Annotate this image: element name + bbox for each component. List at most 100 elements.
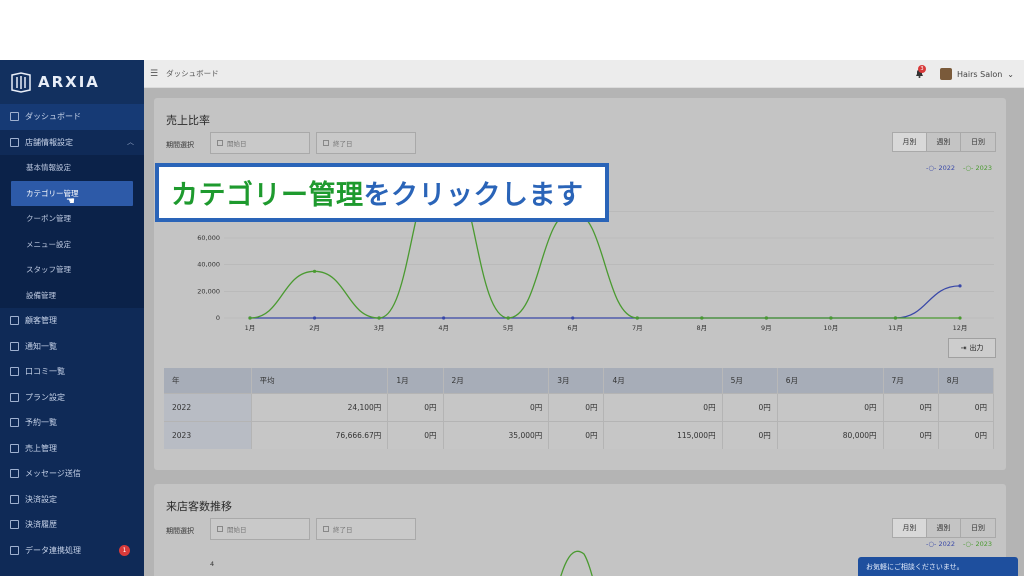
payment-icon [10, 494, 19, 504]
sidebar-subitem-staff[interactable]: スタッフ管理 [0, 257, 144, 283]
data-point-2023[interactable] [829, 316, 833, 320]
sidebar-item-payment-settings[interactable]: 決済設定 [0, 487, 144, 513]
table-cell: 2022 [164, 392, 252, 421]
x-tick-label: 1月 [245, 324, 256, 332]
column-header: 年 [164, 368, 252, 393]
sales-ratio-card: 売上比率 期間選択 開始日 終了日 月別 週別 日別 -○- 2022 -○- … [154, 98, 1006, 470]
sidebar-item-label: ダッシュボード [25, 112, 81, 122]
sidebar-item-notifications[interactable]: 通知一覧 [0, 334, 144, 360]
column-header: 5月 [722, 368, 778, 393]
y-tick-label: 40,000 [197, 261, 220, 269]
sidebar-item-store-settings[interactable]: 店舗情報設定 ︿ [0, 130, 144, 156]
sidebar-subitem-coupon[interactable]: クーポン管理 [0, 206, 144, 232]
column-header: 4月 [603, 368, 723, 393]
export-icon: ⇥ [960, 344, 967, 352]
table-cell: 0円 [883, 420, 939, 449]
sidebar-item-data-sync[interactable]: データ連携処理 1 [0, 538, 144, 564]
instruction-callout: カテゴリー管理 をクリックします [155, 163, 609, 222]
column-header: 8月 [938, 368, 995, 393]
notification-icon [10, 341, 19, 351]
table-cell: 0円 [883, 392, 939, 421]
export-button[interactable]: ⇥ 出力 [948, 338, 996, 358]
sidebar-item-messages[interactable]: メッセージ送信 [0, 461, 144, 487]
data-point-2023[interactable] [635, 316, 639, 320]
sidebar-item-label: データ連携処理 [25, 545, 81, 555]
table-cell: 0円 [938, 420, 995, 449]
sidebar-item-label: プラン設定 [25, 392, 65, 402]
sidebar-item-sales[interactable]: 売上管理 [0, 436, 144, 462]
sidebar-item-label: 口コミ一覧 [25, 367, 65, 377]
sidebar-item-label: 決済設定 [25, 494, 57, 504]
sidebar-item-dashboard[interactable]: ダッシュボード [0, 104, 144, 130]
sidebar-item-label: メッセージ送信 [25, 469, 81, 479]
calendar-icon [10, 418, 19, 428]
sidebar-item-reviews[interactable]: 口コミ一覧 [0, 359, 144, 385]
mouse-pointer-icon: ☚ [66, 196, 75, 207]
sidebar-subitem-menu[interactable]: メニュー設定 [0, 232, 144, 258]
series-line-2022 [250, 285, 961, 319]
data-point-2023[interactable] [248, 316, 252, 320]
column-header: 7月 [883, 368, 939, 393]
sidebar-item-plans[interactable]: プラン設定 [0, 385, 144, 411]
data-point-2022[interactable] [312, 316, 317, 320]
x-tick-label: 4月 [438, 324, 449, 332]
data-point-2023[interactable] [377, 316, 381, 320]
table-cell: 0円 [722, 420, 778, 449]
history-icon [10, 520, 19, 530]
data-point-2022[interactable] [571, 316, 575, 320]
data-point-2023[interactable] [506, 316, 510, 320]
data-point-2022[interactable] [442, 316, 446, 320]
notification-badge: 3 [918, 65, 926, 73]
x-tick-label: 2月 [309, 324, 320, 332]
sidebar-item-label: 顧客管理 [25, 316, 57, 326]
sidebar: ARXIA ダッシュボード 店舗情報設定 ︿ 基本情報設定 カテゴリー管理 クー… [0, 60, 144, 576]
table-cell: 0円 [603, 392, 723, 421]
table-cell: 0円 [548, 392, 605, 421]
count-badge: 1 [119, 544, 130, 556]
user-menu[interactable]: Hairs Salon ⌄ [939, 68, 1014, 80]
sidebar-subitem-basic-info[interactable]: 基本情報設定 [0, 155, 144, 181]
chevron-up-icon: ︿ [127, 138, 134, 147]
menu-toggle-icon[interactable]: ☰ [150, 69, 158, 79]
data-point-2023[interactable] [312, 269, 317, 273]
store-icon [10, 137, 19, 147]
table-cell: 0円 [387, 420, 444, 449]
data-point-2022[interactable] [958, 284, 962, 288]
table-cell: 80,000円 [777, 420, 884, 449]
top-bar: ☰ ダッシュボード 3 Hairs Salon ⌄ [144, 60, 1024, 88]
table-cell: 0円 [722, 392, 778, 421]
visitors-series-2023 [560, 550, 593, 576]
table-cell: 2023 [164, 420, 252, 449]
sidebar-item-payment-history[interactable]: 決済履歴 [0, 512, 144, 538]
message-icon [10, 469, 19, 479]
plan-icon [10, 392, 19, 402]
x-tick-label: 9月 [761, 324, 772, 332]
x-tick-label: 3月 [374, 324, 385, 332]
customers-icon [10, 316, 19, 326]
chevron-down-icon: ⌄ [1007, 69, 1014, 79]
sidebar-item-reservations[interactable]: 予約一覧 [0, 410, 144, 436]
main-content: 売上比率 期間選択 開始日 終了日 月別 週別 日別 -○- 2022 -○- … [144, 88, 1024, 576]
logo-icon [11, 72, 31, 93]
sidebar-item-customers[interactable]: 顧客管理 [0, 308, 144, 334]
logo[interactable]: ARXIA [0, 60, 144, 104]
column-header: 3月 [548, 368, 605, 393]
table-cell: 0円 [387, 392, 444, 421]
sidebar-subitem-equipment[interactable]: 設備管理 [0, 283, 144, 309]
chat-widget[interactable]: お気軽にご相談くださいませ。 [858, 557, 1018, 576]
table-cell: 0円 [938, 392, 995, 421]
data-point-2023[interactable] [764, 316, 768, 320]
table-header-row: 年平均 1月 2月 3月 4月 5月 6月 7月 8月 [164, 368, 995, 393]
column-header: 平均 [251, 368, 389, 393]
data-point-2023[interactable] [700, 316, 704, 320]
breadcrumb: ダッシュボード [166, 69, 219, 78]
sidebar-item-label: 通知一覧 [25, 341, 57, 351]
data-point-2023[interactable] [958, 316, 962, 320]
sidebar-item-label: 売上管理 [25, 443, 57, 453]
x-tick-label: 7月 [632, 324, 643, 332]
y-tick-label: 0 [216, 314, 220, 322]
column-header: 6月 [777, 368, 884, 393]
x-tick-label: 6月 [567, 324, 578, 332]
data-point-2023[interactable] [893, 316, 898, 320]
table-cell: 24,100円 [251, 392, 389, 421]
